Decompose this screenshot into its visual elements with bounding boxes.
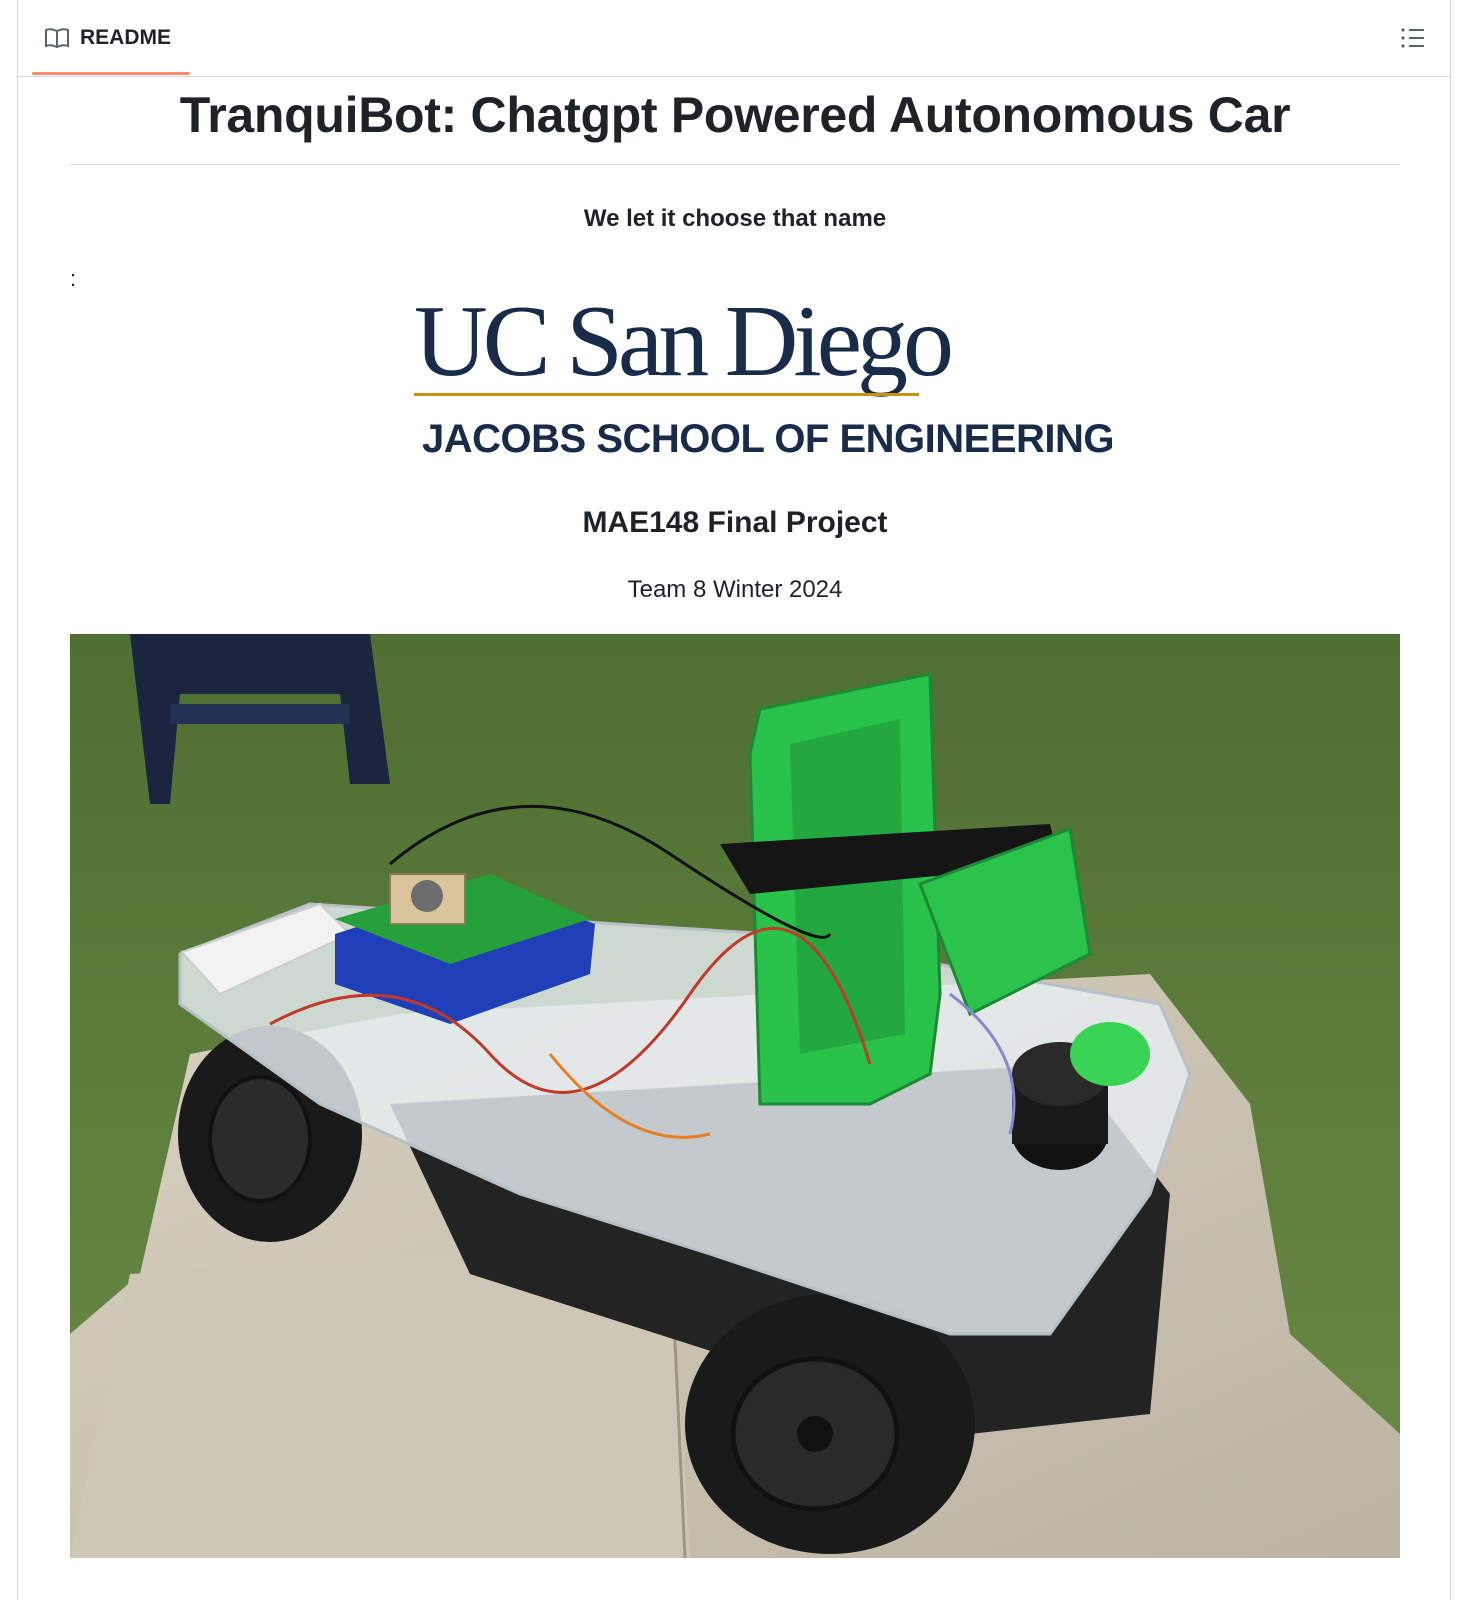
ucsd-jacobs-logo: UC San Diego JACOBS SCHOOL OF ENGINEERIN… (414, 285, 1115, 461)
list-icon[interactable] (1400, 26, 1426, 50)
readme-subtitle: We let it choose that name (583, 205, 887, 232)
readme-panel: README TranquiBot: Chatgpt Powered Auton… (17, 0, 1451, 1600)
readme-content: TranquiBot: Chatgpt Powered Autonomous C… (70, 76, 1400, 1558)
readme-tab-label: README (80, 26, 172, 49)
readme-tabbar: README (18, 0, 1450, 77)
team-line: Team 8 Winter 2024 (627, 576, 843, 603)
readme-tab[interactable]: README (32, 0, 190, 76)
stray-colon: : (70, 266, 77, 291)
logo-main-text: UC San Diego (414, 285, 954, 398)
readme-title: TranquiBot: Chatgpt Powered Autonomous C… (70, 76, 1400, 165)
robot-car-photo (70, 634, 1400, 1558)
robot-car-illustration (70, 634, 1400, 1558)
tab-active-underline (32, 72, 190, 75)
logo-gold-rule (414, 393, 919, 396)
book-icon (45, 28, 69, 49)
logo-sub-text: JACOBS SCHOOL OF ENGINEERING (422, 417, 1115, 461)
project-heading: MAE148 Final Project (582, 506, 888, 539)
